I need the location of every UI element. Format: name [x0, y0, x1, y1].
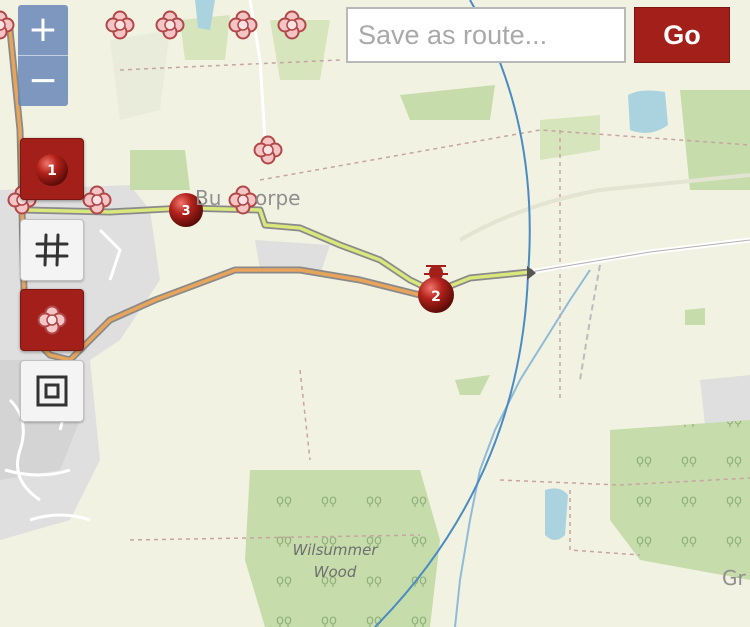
- route-name-input[interactable]: [346, 7, 626, 63]
- go-button[interactable]: Go: [634, 7, 730, 63]
- waypoint-marker-2[interactable]: 2: [418, 277, 454, 313]
- zoom-in-button[interactable]: +: [18, 5, 68, 56]
- map-canvas[interactable]: ϙϙ: [0, 0, 750, 627]
- svg-text:2: 2: [431, 289, 441, 305]
- grid-tool-button[interactable]: [20, 219, 84, 281]
- waypoint-tool-button[interactable]: 1: [20, 138, 84, 200]
- svg-text:1: 1: [47, 163, 57, 179]
- poi-tool-button[interactable]: [20, 289, 84, 351]
- svg-text:3: 3: [181, 204, 190, 219]
- village-label-part-1: Bu: [195, 186, 221, 210]
- wood-label-line-1: Wilsummer: [292, 541, 378, 559]
- frame-icon: [36, 375, 68, 407]
- zoom-control: + −: [18, 5, 68, 106]
- village-label-part-2: orpe: [255, 186, 300, 210]
- wood-label-line-2: Wood: [314, 563, 357, 581]
- grid-icon: [35, 233, 69, 267]
- zoom-out-button[interactable]: −: [18, 56, 68, 106]
- flower-poi-icon: [37, 305, 67, 335]
- waypoint-marker-icon: 1: [36, 154, 68, 186]
- edge-place-label: Gr: [722, 566, 746, 590]
- frame-tool-button[interactable]: [20, 360, 84, 422]
